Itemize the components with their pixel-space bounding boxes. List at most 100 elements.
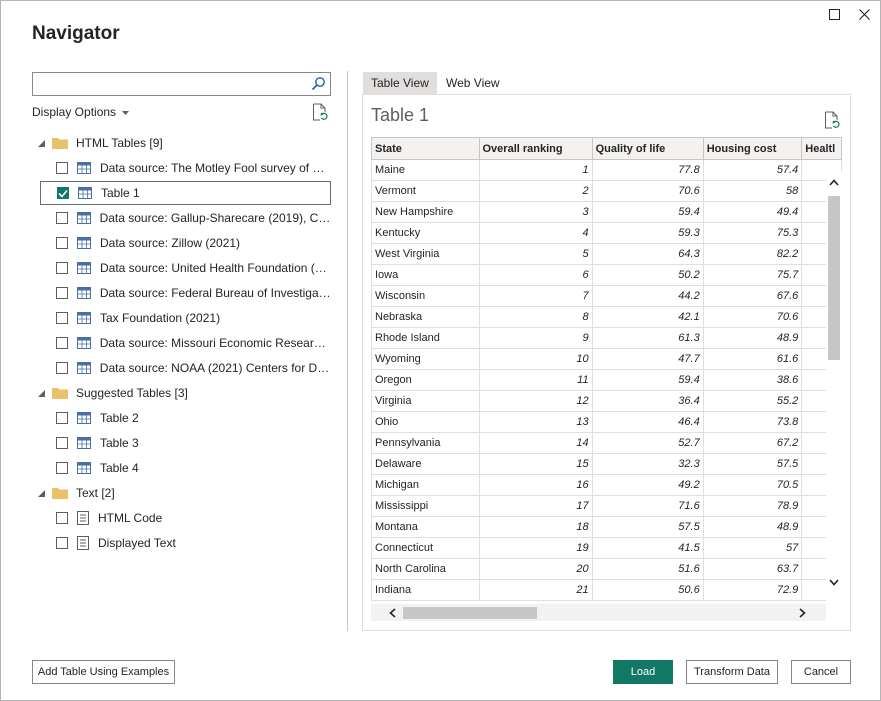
tree-item-label: Data source: Federal Bureau of Investiga… (99, 286, 331, 300)
search-icon[interactable] (311, 76, 326, 94)
table-row: Ohio 13 46.4 73.8 (371, 411, 842, 433)
tree-item[interactable]: Table 2 (40, 406, 331, 430)
add-table-using-examples-button[interactable]: Add Table Using Examples (32, 660, 175, 684)
tree-item[interactable]: Data source: Gallup-Sharecare (2019), Ce… (40, 206, 331, 230)
table-cell: 61.6 (702, 348, 803, 370)
table-cell: 6 (478, 264, 593, 286)
tab-table-view[interactable]: Table View (363, 72, 437, 94)
tree-group[interactable]: HTML Tables [9] (36, 131, 163, 155)
table-cell: 70.6 (702, 306, 803, 328)
close-button[interactable] (853, 7, 875, 25)
table-cell: 59.4 (591, 369, 704, 391)
column-header[interactable]: Overall ranking (478, 137, 593, 160)
table-cell: 10 (478, 348, 593, 370)
transform-data-button[interactable]: Transform Data (686, 660, 778, 684)
table-cell: Nebraska (371, 306, 480, 328)
table-cell: Pennsylvania (371, 432, 480, 454)
horizontal-scrollbar[interactable] (371, 604, 826, 621)
checkbox[interactable] (56, 287, 68, 299)
search-input[interactable] (37, 73, 307, 93)
table-icon (77, 412, 91, 424)
checkbox[interactable] (56, 512, 68, 524)
scroll-down-arrow-icon[interactable] (828, 575, 840, 589)
tree-item-label: Table 1 (101, 186, 140, 200)
table-cell: 51.6 (591, 558, 704, 580)
table-cell: 19 (478, 537, 593, 559)
checkbox[interactable] (56, 237, 68, 249)
table-cell: 44.2 (591, 285, 704, 307)
tree-item[interactable]: Table 3 (40, 431, 331, 455)
table-icon (77, 237, 91, 249)
tree-group[interactable]: Text [2] (36, 481, 115, 505)
cancel-button[interactable]: Cancel (791, 660, 851, 684)
table-cell: 67.2 (702, 432, 803, 454)
tree-item[interactable]: Data source: The Motley Fool survey of 1… (40, 156, 331, 180)
tree-item[interactable]: Tax Foundation (2021) (40, 306, 331, 330)
checkbox[interactable] (56, 437, 68, 449)
tree-item[interactable]: Data source: NOAA (2021) Centers for Dis… (40, 356, 331, 380)
checkbox[interactable] (56, 162, 68, 174)
checkbox[interactable] (56, 212, 68, 224)
load-button[interactable]: Load (613, 660, 673, 684)
close-icon (858, 9, 870, 23)
tree-item-label: Tax Foundation (2021) (100, 311, 221, 325)
table-cell: 20 (478, 558, 593, 580)
checkbox[interactable] (56, 462, 68, 474)
table-icon (76, 337, 91, 349)
tab-web-view[interactable]: Web View (438, 72, 508, 94)
table-cell: 49.2 (591, 474, 704, 496)
tree-item[interactable]: Data source: United Health Foundation (2… (40, 256, 331, 280)
checkbox[interactable] (56, 312, 68, 324)
dialog-title: Navigator (32, 23, 120, 44)
tree-item[interactable]: Data source: Missouri Economic Research.… (40, 331, 331, 355)
column-header[interactable]: Healtl (801, 137, 842, 160)
table-cell: Wisconsin (371, 285, 480, 307)
scroll-up-arrow-icon[interactable] (828, 175, 840, 189)
vertical-scroll-thumb[interactable] (828, 196, 840, 360)
column-header[interactable]: State (371, 137, 480, 160)
caret-expanded-icon[interactable] (36, 138, 46, 148)
table-cell: 82.2 (702, 243, 803, 265)
folder-icon (52, 387, 68, 399)
tree-item[interactable]: Data source: Zillow (2021) (40, 231, 331, 255)
table-cell: 36.4 (591, 390, 704, 412)
table-icon (76, 287, 91, 299)
maximize-button[interactable] (823, 7, 845, 25)
horizontal-scroll-thumb[interactable] (403, 607, 537, 619)
table-cell: 41.5 (591, 537, 704, 559)
tree-item[interactable]: Table 4 (40, 456, 331, 480)
display-options-dropdown[interactable]: Display Options (32, 105, 130, 119)
table-cell: Indiana (371, 579, 480, 601)
table-row: Wyoming 10 47.7 61.6 (371, 348, 842, 370)
tree-item[interactable]: HTML Code (40, 506, 331, 530)
scroll-right-arrow-icon[interactable] (795, 606, 809, 619)
load-label: Load (630, 666, 656, 678)
refresh-preview-button[interactable] (312, 103, 328, 124)
table-row: Delaware 15 32.3 57.5 (371, 453, 842, 475)
column-header[interactable]: Housing cost (702, 137, 803, 160)
table-icon (77, 462, 91, 474)
table-icon (77, 437, 91, 449)
table-cell: Maine (371, 159, 480, 181)
tree-item[interactable]: Displayed Text (40, 531, 331, 555)
tree-item[interactable]: Table 1 (40, 181, 331, 205)
scroll-left-arrow-icon[interactable] (385, 606, 399, 619)
table-cell: 47.7 (591, 348, 704, 370)
column-header[interactable]: Quality of life (591, 137, 704, 160)
checkbox[interactable] (56, 412, 68, 424)
vertical-scrollbar[interactable] (826, 172, 842, 602)
checkbox[interactable] (56, 262, 68, 274)
table-row: Vermont 2 70.6 58 (371, 180, 842, 202)
pane-divider[interactable] (347, 71, 348, 631)
checkbox[interactable] (56, 537, 68, 549)
caret-expanded-icon[interactable] (36, 488, 46, 498)
caret-expanded-icon[interactable] (36, 388, 46, 398)
checkbox[interactable] (56, 337, 68, 349)
tree-item[interactable]: Data source: Federal Bureau of Investiga… (40, 281, 331, 305)
table-cell: 52.7 (591, 432, 704, 454)
checkbox[interactable] (56, 362, 68, 374)
preview-refresh-button[interactable] (824, 111, 840, 132)
checkbox-checked[interactable] (57, 187, 69, 199)
tree-group[interactable]: Suggested Tables [3] (36, 381, 188, 405)
table-cell: Mississippi (371, 495, 480, 517)
